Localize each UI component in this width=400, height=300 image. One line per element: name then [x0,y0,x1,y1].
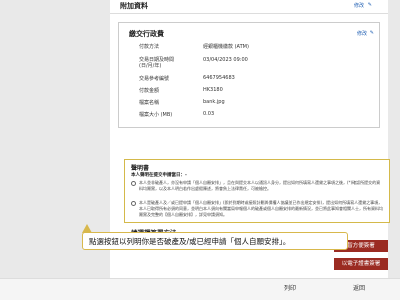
detail-value: 03/04/2023 09:00 [203,57,248,63]
attachments-section-header: 附加資料 修改 ✎ [110,0,388,14]
declaration-subtitle: 本人聲明在提交申請當日：- [131,173,187,178]
detail-value: bank.jpg [203,99,225,105]
detail-value: 6467954683 [203,75,235,81]
radio-button[interactable] [131,201,136,206]
declaration-box: 聲明書 本人聲明在提交申請當日：- 本人並非破產人，亦沒有申請「個人自願安排」，… [124,159,390,223]
detail-value: HK3180 [203,87,223,93]
pencil-icon[interactable]: ✎ [370,30,374,36]
transaction-card: 繳交行政費 修改 ✎ 付款方法 經銀櫃機繳款 (ATM) 交易日期及時間 (日/… [118,22,380,128]
declaration-option-not-bankrupt[interactable]: 本人並非破產人，亦沒有申請「個人自願安排」，且在與提交本人以通訊人身分，提出如何… [131,180,383,198]
declaration-option-bankrupt[interactable]: 本人是破產人及／或已提申請「個人自願安排」(即於到期時或接照計劃與債權人協議並已… [131,200,383,222]
radio-button[interactable] [131,181,136,186]
detail-label: 交易日期及時間 (日/月/年) [139,57,175,69]
detail-label: 付款金額 [139,88,160,94]
back-button[interactable]: 返回 [353,283,365,292]
detail-label: 檔案大小 (MB) [139,112,173,118]
transaction-edit-link[interactable]: 修改 [357,30,367,37]
print-button[interactable]: 列印 [284,283,296,292]
tooltip-text: 點選按鈕以列明你是否破產及/或已經申請「個人自願安排」。 [89,237,291,246]
pencil-icon[interactable]: ✎ [368,2,372,8]
attachments-title: 附加資料 [120,2,148,10]
detail-value: 0.03 [203,111,215,117]
detail-label: 交易參考編號 [139,76,170,82]
detail-label: 付款方法 [139,44,160,50]
attachments-edit-link[interactable]: 修改 [354,2,364,9]
detail-value: 經銀櫃機繳款 (ATM) [203,44,249,50]
sign-e-cert-button[interactable]: 以電子證書簽署 [334,258,388,270]
tooltip-callout: 點選按鈕以列明你是否破產及/或已經申請「個人自願安排」。 [82,232,348,250]
transaction-title: 繳交行政費 [129,30,164,38]
detail-label: 檔案名稱 [139,100,160,106]
option-text: 本人是破產人及／或已提申請「個人自願安排」(即於到期時或接照計劃與債權人協議並已… [139,200,383,217]
declaration-title: 聲明書 [131,165,150,172]
option-text: 本人並非破產人，亦沒有申請「個人自願安排」，且在與提交本人以通訊人身分，提出如何… [139,180,381,191]
footer-bar [0,278,400,300]
